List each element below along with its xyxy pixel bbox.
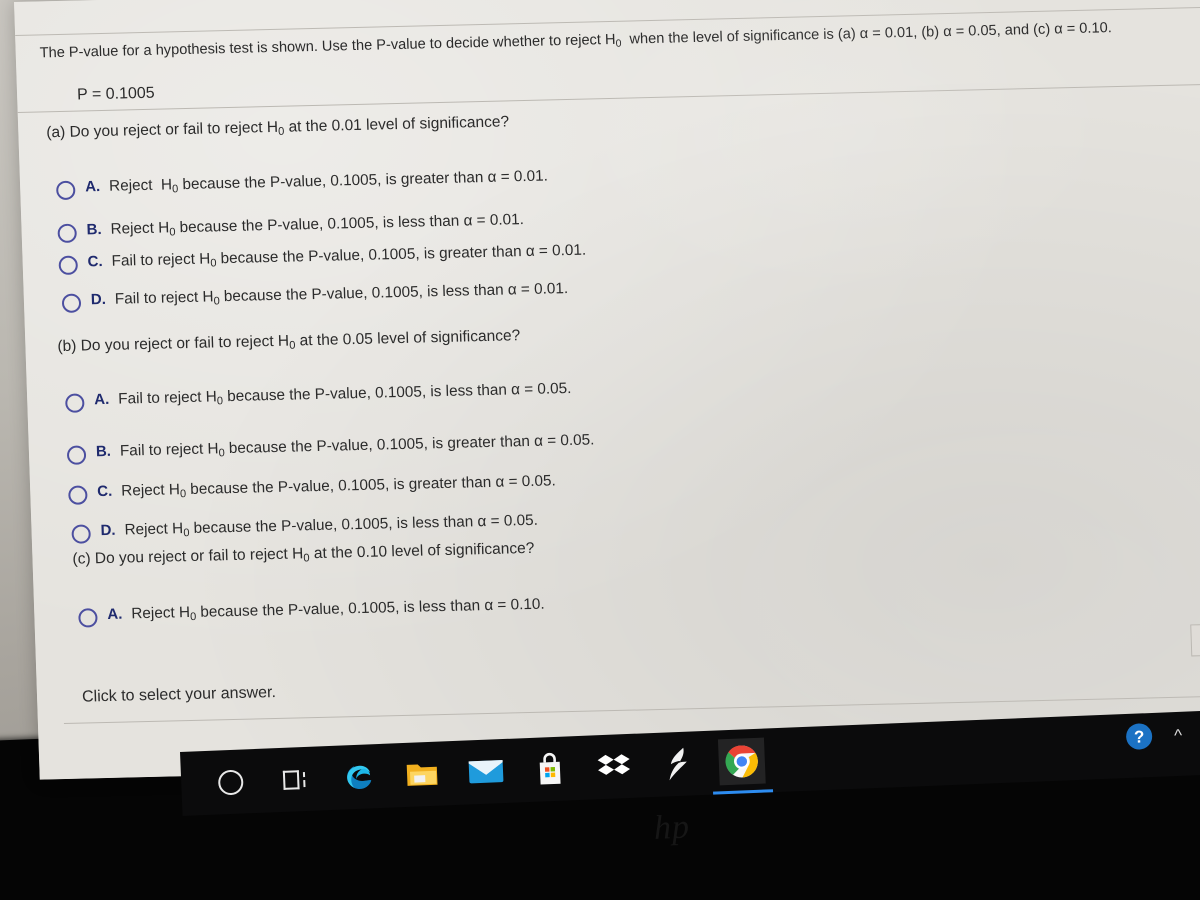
- option-letter: A.: [93, 390, 110, 409]
- radio-button[interactable]: [61, 293, 82, 313]
- part-c-question: (c) Do you reject or fail to reject H0 a…: [72, 539, 535, 568]
- option-b4[interactable]: D. Reject H0 because the P-value, 0.1005…: [71, 512, 538, 544]
- option-label: Reject H0 because the P-value, 0.1005, i…: [120, 472, 557, 501]
- chevron-up-icon[interactable]: ^: [1174, 725, 1183, 744]
- gear-icon[interactable]: [1174, 0, 1197, 2]
- file-explorer-button[interactable]: [398, 750, 446, 798]
- system-tray: ? ^: [1125, 718, 1200, 751]
- option-label: Fail to reject H0 because the P-value, 0…: [117, 379, 572, 408]
- option-letter: A.: [107, 605, 123, 623]
- option-label: Reject H0 because the P-value, 0.1005, i…: [131, 595, 545, 624]
- radio-button[interactable]: [57, 223, 78, 244]
- option-label: Reject H0 because the P-value, 0.1005, i…: [108, 167, 549, 196]
- part-a-question: (a) Do you reject or fail to reject H0 a…: [46, 113, 510, 142]
- option-letter: B.: [86, 221, 102, 239]
- edge-icon: [347, 765, 372, 790]
- envelope-icon: [468, 760, 504, 784]
- radio-button[interactable]: [58, 255, 79, 276]
- google-chrome-button[interactable]: [717, 737, 766, 786]
- lightning-feather-icon: [669, 747, 687, 781]
- microsoft-store-button[interactable]: [526, 745, 574, 793]
- previous-page-button[interactable]: [1190, 623, 1200, 657]
- option-letter: C.: [87, 252, 103, 271]
- option-a3[interactable]: C. Fail to reject H0 because the P-value…: [58, 241, 587, 276]
- dropbox-icon: [597, 754, 631, 775]
- page-content-area: The P-value for a hypothesis test is sho…: [14, 0, 1200, 780]
- option-a1[interactable]: A. Reject H0 because the P-value, 0.1005…: [55, 167, 549, 201]
- radio-button[interactable]: [65, 393, 85, 413]
- option-letter: B.: [95, 442, 112, 461]
- help-circle-icon[interactable]: ?: [1125, 722, 1153, 751]
- option-label: Fail to reject H0 because the P-value, 0…: [114, 280, 569, 308]
- task-view-icon: [281, 769, 308, 790]
- lightshot-button[interactable]: [654, 740, 702, 788]
- radio-button[interactable]: [78, 608, 98, 628]
- radio-button[interactable]: [68, 485, 88, 505]
- circle-icon: [217, 769, 244, 795]
- option-b2[interactable]: B. Fail to reject H0 because the P-value…: [66, 431, 595, 465]
- part-b-question: (b) Do you reject or fail to reject H0 a…: [57, 327, 521, 356]
- p-value-display: P = 0.1005: [76, 84, 155, 104]
- option-label: Fail to reject H0 because the P-value, 0…: [111, 241, 587, 270]
- store-bag-icon: [539, 752, 561, 785]
- option-letter: A.: [84, 178, 101, 196]
- task-view-button[interactable]: [270, 756, 318, 804]
- radio-button[interactable]: [55, 180, 76, 201]
- option-label: Fail to reject H0 because the P-value, 0…: [119, 431, 595, 460]
- option-label: Reject H0 because the P-value, 0.1005, i…: [124, 511, 539, 540]
- radio-button[interactable]: [71, 524, 91, 544]
- option-b1[interactable]: A. Fail to reject H0 because the P-value…: [65, 380, 572, 413]
- option-letter: C.: [96, 482, 113, 501]
- chrome-icon: [725, 745, 758, 778]
- microsoft-edge-button[interactable]: [334, 753, 382, 801]
- click-hint-text: Click to select your answer.: [81, 684, 277, 706]
- option-c1[interactable]: A. Reject H0 because the P-value, 0.1005…: [78, 596, 545, 628]
- folder-icon: [406, 764, 438, 786]
- option-letter: D.: [100, 521, 116, 540]
- divider: [17, 83, 1200, 113]
- mail-button[interactable]: [462, 748, 510, 796]
- cortana-search-button[interactable]: [206, 758, 254, 806]
- screenshot-root: hp The P-value for a hypothesis test is …: [0, 0, 1200, 900]
- dropbox-button[interactable]: [590, 743, 638, 791]
- option-label: Reject H0 because the P-value, 0.1005, i…: [110, 211, 525, 239]
- option-a2[interactable]: B. Reject H0 because the P-value, 0.1005…: [57, 211, 525, 244]
- hp-logo: hp: [653, 808, 691, 847]
- radio-button[interactable]: [66, 445, 87, 465]
- option-a4[interactable]: D. Fail to reject H0 because the P-value…: [61, 280, 569, 313]
- option-letter: D.: [90, 290, 107, 309]
- option-b3[interactable]: C. Reject H0 because the P-value, 0.1005…: [68, 472, 557, 505]
- browser-page: The P-value for a hypothesis test is sho…: [14, 0, 1200, 780]
